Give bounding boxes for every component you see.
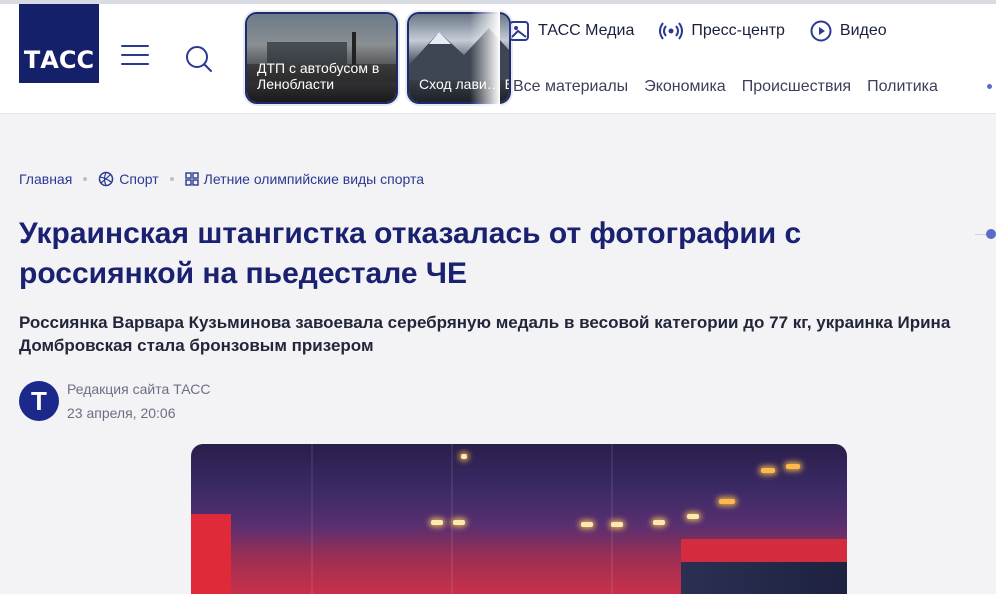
author-avatar[interactable]: Т — [19, 381, 59, 421]
tass-media-link[interactable]: ТАСС Медиа — [508, 20, 634, 42]
nav-all-materials[interactable]: Все материалы — [513, 78, 628, 96]
image-icon — [509, 21, 529, 41]
article-photo[interactable] — [191, 444, 847, 594]
section-nav: Все материалы Экономика Происшествия Пол… — [513, 78, 954, 96]
breadcrumb-separator — [169, 177, 174, 181]
breadcrumb-home[interactable]: Главная — [19, 171, 72, 187]
press-center-link[interactable]: Пресс-центр — [659, 20, 785, 42]
nav-politics[interactable]: Политика — [867, 78, 938, 96]
search-icon[interactable] — [184, 44, 214, 74]
nav-economy[interactable]: Экономика — [644, 78, 726, 96]
video-link[interactable]: Видео — [810, 20, 887, 42]
grid-icon — [184, 172, 199, 186]
menu-icon[interactable] — [121, 45, 149, 67]
video-label: Видео — [839, 22, 887, 39]
press-center-label: Пресс-центр — [691, 22, 785, 39]
author-initial: Т — [31, 385, 47, 416]
logo-text: ТАСС — [23, 46, 95, 74]
breadcrumb: Главная Спорт Летние олимпийские виды сп… — [19, 171, 424, 187]
tass-media-label: ТАСС Медиа — [538, 22, 635, 39]
breadcrumb-sport[interactable]: Спорт — [119, 171, 158, 187]
tass-logo[interactable]: ТАСС — [19, 4, 99, 83]
site-header: ТАСС ДТП с автобусом в Ленобласти Сход л… — [0, 0, 996, 114]
play-icon — [810, 20, 832, 42]
nav-more-dot[interactable] — [987, 84, 992, 89]
story-card-1[interactable]: ДТП с автобусом в Ленобласти — [247, 14, 396, 102]
article-title: Украинская штангистка отказалась от фото… — [19, 217, 802, 290]
side-rail-dot[interactable] — [986, 229, 996, 239]
cards-fade — [470, 4, 500, 109]
story-card-title: ДТП с автобусом в Ленобласти — [257, 60, 380, 92]
nav-incidents[interactable]: Происшествия — [742, 78, 851, 96]
breadcrumb-separator — [83, 177, 88, 181]
article-lead: Россиянка Варвара Кузьминова завоевала с… — [19, 313, 951, 355]
publish-date: 23 апреля, 20:06 — [67, 405, 176, 421]
broadcast-icon — [659, 22, 684, 40]
volleyball-icon — [99, 171, 114, 187]
author-name[interactable]: Редакция сайта ТАСС — [67, 381, 210, 397]
top-links: ТАСС Медиа Пресс-центр Видео — [508, 18, 912, 44]
breadcrumb-summer-olympic-sports[interactable]: Летние олимпийские виды спорта — [204, 171, 424, 187]
